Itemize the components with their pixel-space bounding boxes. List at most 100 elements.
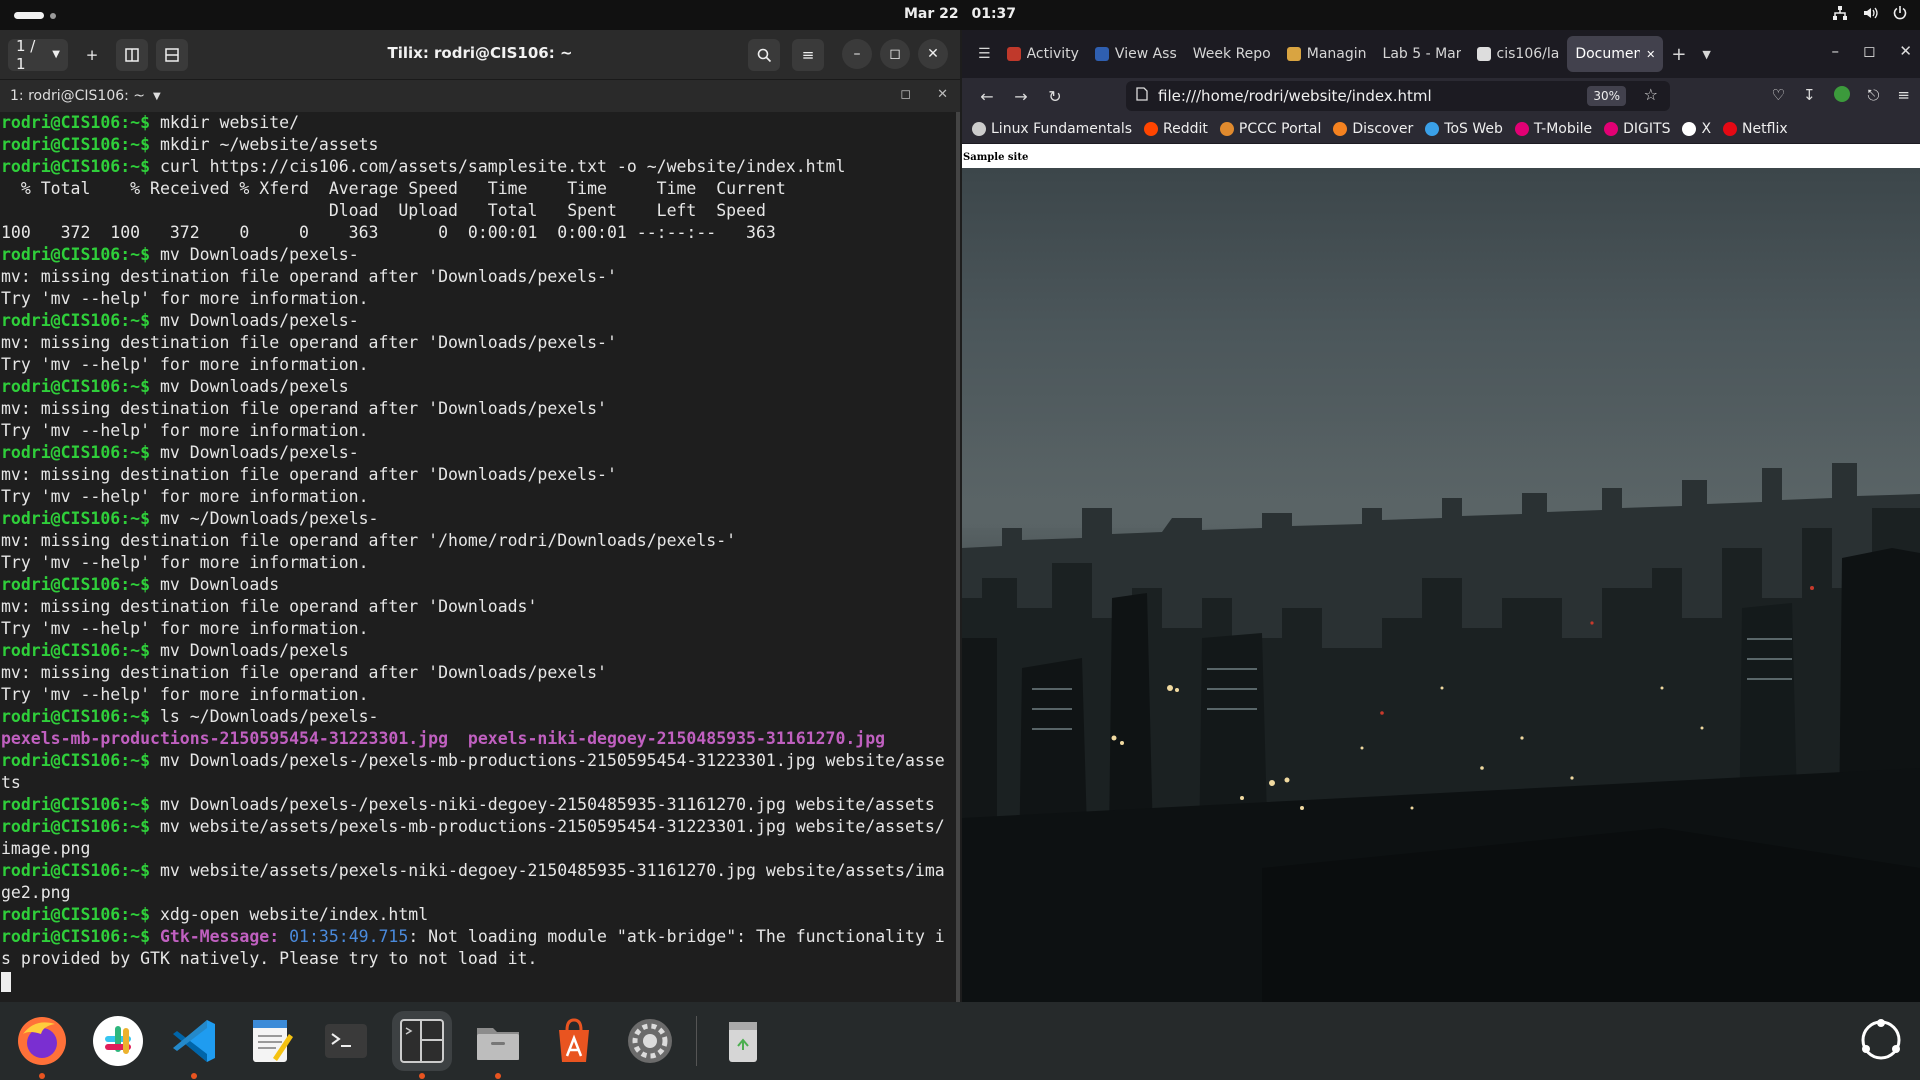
terminal-output-text: Try 'mv --help' for more information. xyxy=(1,355,369,374)
browser-tab[interactable]: Lab 5 - Mana xyxy=(1375,36,1469,72)
bookmark-item[interactable]: PCCC Portal xyxy=(1219,121,1321,137)
browser-tab[interactable]: Documen ✕ xyxy=(1567,36,1664,72)
files-icon[interactable] xyxy=(468,1011,528,1079)
extensions-icon[interactable]: ⎋ xyxy=(1868,86,1880,104)
firefox-icon[interactable] xyxy=(12,1011,72,1079)
search-icon[interactable] xyxy=(748,39,780,71)
browser-tab[interactable]: Activity xyxy=(999,36,1087,72)
tab-overview-icon[interactable]: ☰ xyxy=(970,36,999,72)
browser-tab[interactable]: Week Repor xyxy=(1185,36,1279,72)
menu-icon[interactable]: ≡ xyxy=(1897,86,1910,104)
terminal-command: xdg-open website/index.html xyxy=(150,905,429,924)
add-session-button[interactable]: + xyxy=(76,39,108,71)
text-editor-icon[interactable] xyxy=(240,1011,300,1071)
close-button[interactable]: ✕ xyxy=(1899,42,1912,60)
app-center-icon[interactable] xyxy=(544,1011,604,1071)
clock-date: Mar 22 xyxy=(903,6,959,22)
reload-icon[interactable]: ↻ xyxy=(1038,87,1072,106)
pocket-icon[interactable]: ♡ xyxy=(1772,86,1785,104)
browser-tab[interactable]: Managin xyxy=(1279,36,1375,72)
bookmark-favicon-icon xyxy=(1604,121,1619,136)
page-heading: Sample site xyxy=(963,152,1029,163)
terminal-output[interactable]: rodri@CIS106:~$ mkdir website/rodri@CIS1… xyxy=(0,112,956,1002)
downloads-icon[interactable]: ↧ xyxy=(1803,86,1816,104)
terminal-output-text: mv: missing destination file operand aft… xyxy=(1,597,538,616)
clock[interactable]: Mar 22 01:37 xyxy=(0,6,1920,22)
bookmark-item[interactable]: Reddit xyxy=(1144,121,1208,137)
trash-icon[interactable] xyxy=(713,1011,773,1071)
terminal-line: rodri@CIS106:~$ mv Downloads/pexels- xyxy=(1,244,956,266)
terminal-command: mv Downloads/pexels- xyxy=(150,245,359,264)
bookmark-label: Reddit xyxy=(1163,120,1208,137)
terminal-output-text: Try 'mv --help' for more information. xyxy=(1,289,369,308)
terminal-line: rodri@CIS106:~$ mv Downloads/pexels-/pex… xyxy=(1,750,956,772)
zoom-level[interactable]: 30% xyxy=(1587,86,1626,106)
close-terminal-icon[interactable]: ✕ xyxy=(937,87,948,102)
bookmark-favicon-icon xyxy=(1723,121,1738,136)
terminal-output-text: mv: missing destination file operand aft… xyxy=(1,333,617,352)
add-terminal-right-icon[interactable] xyxy=(116,38,148,71)
bookmarks-toolbar: Linux Fundamentals Reddit PCCC Portal Disco… xyxy=(962,114,1920,144)
settings-icon[interactable] xyxy=(620,1011,680,1071)
bookmark-item[interactable]: ToS Web xyxy=(1425,121,1503,137)
volume-icon[interactable] xyxy=(1862,5,1878,25)
tab-strip: ☰ Activity View Ass Week Repor Managin Lab 5… xyxy=(962,30,1920,78)
system-tray[interactable] xyxy=(1832,5,1908,25)
terminal-command: mv ~/Downloads/pexels- xyxy=(150,509,379,528)
terminal-line: Dload Upload Total Spent Left Speed xyxy=(1,200,956,222)
show-apps-icon[interactable] xyxy=(1856,1015,1906,1065)
session-switcher[interactable]: 1 / 1 ▼ xyxy=(8,37,68,73)
terminal-prompt: rodri@CIS106:~$ xyxy=(1,157,151,176)
terminal-icon[interactable] xyxy=(316,1011,376,1071)
tabs: Activity View Ass Week Repor Managin Lab 5 -… xyxy=(999,36,1664,72)
forward-icon[interactable]: → xyxy=(1004,87,1038,106)
bookmark-favicon-icon xyxy=(1219,121,1234,136)
city-skyline-illustration xyxy=(962,418,1920,1002)
browser-tab[interactable]: View Ass xyxy=(1087,36,1185,72)
bookmark-label: Netflix xyxy=(1742,120,1788,137)
maximize-button[interactable]: ◻ xyxy=(880,39,910,69)
browser-tab[interactable]: cis106/la xyxy=(1469,36,1568,72)
power-icon[interactable] xyxy=(1892,5,1908,25)
bookmark-item[interactable]: Discover xyxy=(1333,121,1413,137)
add-terminal-down-icon[interactable] xyxy=(156,38,188,71)
bookmark-label: X xyxy=(1701,120,1712,137)
vscode-icon[interactable] xyxy=(164,1011,224,1079)
maximize-button[interactable]: ◻ xyxy=(1863,42,1875,60)
bookmark-favicon-icon xyxy=(1333,121,1348,136)
bookmark-label: ToS Web xyxy=(1444,120,1503,137)
account-icon[interactable] xyxy=(1833,86,1850,102)
hamburger-menu-icon[interactable]: ≡ xyxy=(792,39,824,71)
chevron-down-icon: ▼ xyxy=(52,49,60,60)
url-bar[interactable]: file:///home/rodri/website/index.html 30… xyxy=(1126,81,1670,111)
bookmark-star-icon[interactable]: ☆ xyxy=(1644,85,1658,104)
bookmark-item[interactable]: DIGITS xyxy=(1604,121,1670,137)
back-icon[interactable]: ← xyxy=(970,87,1004,106)
minimize-button[interactable]: – xyxy=(1831,42,1839,60)
bookmark-item[interactable]: T-Mobile xyxy=(1514,121,1592,137)
terminal-line: pexels-mb-productions-2150595454-3122330… xyxy=(1,728,956,750)
navigation-toolbar: ← → ↻ file:///home/rodri/website/index.h… xyxy=(962,78,1920,114)
network-icon[interactable] xyxy=(1832,5,1848,25)
tilix-icon[interactable] xyxy=(392,1011,452,1079)
terminal-line: rodri@CIS106:~$ mv ~/Downloads/pexels- xyxy=(1,508,956,530)
close-button[interactable]: ✕ xyxy=(918,39,948,69)
terminal-line: % Total % Received % Xferd Average Speed… xyxy=(1,178,956,200)
bookmark-item[interactable]: Netflix xyxy=(1723,121,1788,137)
maximize-terminal-icon[interactable]: ◻ xyxy=(900,87,911,102)
terminal-scrollbar[interactable] xyxy=(956,112,960,1002)
terminal-line: s provided by GTK natively. Please try t… xyxy=(1,948,956,970)
terminal-line: mv: missing destination file operand aft… xyxy=(1,530,956,552)
bookmark-item[interactable]: Linux Fundamentals xyxy=(972,121,1132,137)
terminal-output-text: mv: missing destination file operand aft… xyxy=(1,465,617,484)
minimize-button[interactable]: – xyxy=(842,39,872,69)
chevron-down-icon[interactable]: ▼ xyxy=(153,91,161,102)
terminal-line: ge2.png xyxy=(1,882,956,904)
terminal-line: rodri@CIS106:~$ mv website/assets/pexels… xyxy=(1,816,956,838)
tab-list-icon[interactable]: ▼ xyxy=(1694,36,1718,72)
terminal-tab-label[interactable]: 1: rodri@CIS106: ~ xyxy=(10,88,145,104)
new-tab-button[interactable]: + xyxy=(1663,36,1694,72)
bookmark-item[interactable]: X xyxy=(1682,121,1711,137)
slack-icon[interactable] xyxy=(88,1011,148,1071)
close-tab-icon[interactable]: ✕ xyxy=(1646,48,1655,61)
